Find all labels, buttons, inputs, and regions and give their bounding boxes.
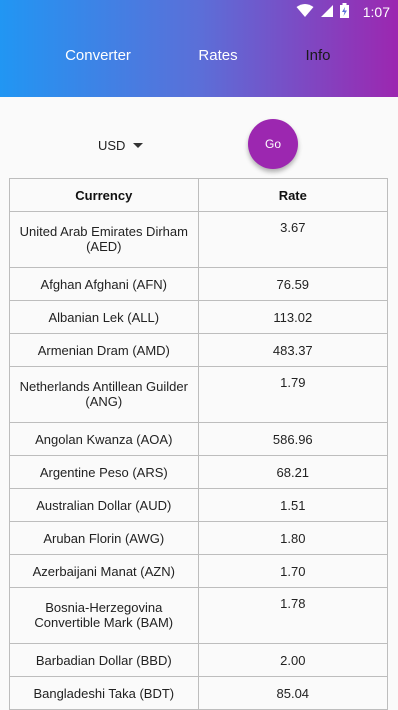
- rate-cell: 68.21: [197, 455, 389, 489]
- base-currency-dropdown[interactable]: USD: [98, 134, 144, 156]
- base-currency-value: USD: [98, 137, 126, 153]
- status-time: 1:07: [362, 4, 390, 20]
- signal-icon: [320, 4, 334, 21]
- app-bar: 1:07 Converter Rates Info: [0, 0, 398, 97]
- table-row: Netherlands Antillean Guilder (ANG) 1.79: [9, 366, 389, 423]
- table-header-row: Currency Rate: [9, 178, 389, 212]
- rate-cell: 85.04: [197, 676, 389, 710]
- currency-cell: Albanian Lek (ALL): [9, 300, 199, 334]
- rate-cell: 76.59: [197, 267, 389, 301]
- rate-cell: 113.02: [197, 300, 389, 334]
- rates-table: Currency Rate United Arab Emirates Dirha…: [9, 178, 389, 710]
- currency-cell: Bangladeshi Taka (BDT): [9, 676, 199, 710]
- currency-cell: United Arab Emirates Dirham (AED): [9, 211, 199, 268]
- table-row: Bosnia-Herzegovina Convertible Mark (BAM…: [9, 587, 389, 644]
- table-row: Afghan Afghani (AFN) 76.59: [9, 267, 389, 301]
- rate-cell: 1.79: [197, 366, 389, 423]
- rate-cell: 2.00: [197, 643, 389, 677]
- rate-cell: 1.51: [197, 488, 389, 522]
- tab-info[interactable]: Info: [268, 28, 368, 84]
- column-header-rate: Rate: [197, 178, 389, 212]
- rate-cell: 1.78: [197, 587, 389, 644]
- status-bar: 1:07: [0, 0, 398, 24]
- go-button[interactable]: Go: [248, 119, 298, 169]
- currency-cell: Angolan Kwanza (AOA): [9, 422, 199, 456]
- tab-converter[interactable]: Converter: [48, 28, 148, 84]
- rate-cell: 483.37: [197, 333, 389, 367]
- table-row: Argentine Peso (ARS) 68.21: [9, 455, 389, 489]
- table-row: United Arab Emirates Dirham (AED) 3.67: [9, 211, 389, 268]
- rate-cell: 586.96: [197, 422, 389, 456]
- rate-cell: 3.67: [197, 211, 389, 268]
- table-row: Azerbaijani Manat (AZN) 1.70: [9, 554, 389, 588]
- table-row: Bangladeshi Taka (BDT) 85.04: [9, 676, 389, 710]
- caret-down-icon: [133, 142, 144, 148]
- table-row: Aruban Florin (AWG) 1.80: [9, 521, 389, 555]
- currency-cell: Argentine Peso (ARS): [9, 455, 199, 489]
- currency-cell: Azerbaijani Manat (AZN): [9, 554, 199, 588]
- tab-bar: Converter Rates Info: [0, 40, 398, 96]
- converter-controls: USD Go: [0, 97, 398, 177]
- table-row: Barbadian Dollar (BBD) 2.00: [9, 643, 389, 677]
- column-header-currency: Currency: [9, 178, 199, 212]
- rate-cell: 1.80: [197, 521, 389, 555]
- table-row: Australian Dollar (AUD) 1.51: [9, 488, 389, 522]
- rate-cell: 1.70: [197, 554, 389, 588]
- battery-charging-icon: [339, 3, 349, 21]
- table-row: Armenian Dram (AMD) 483.37: [9, 333, 389, 367]
- currency-cell: Barbadian Dollar (BBD): [9, 643, 199, 677]
- currency-cell: Bosnia-Herzegovina Convertible Mark (BAM…: [9, 587, 199, 644]
- currency-cell: Afghan Afghani (AFN): [9, 267, 199, 301]
- currency-cell: Australian Dollar (AUD): [9, 488, 199, 522]
- currency-cell: Aruban Florin (AWG): [9, 521, 199, 555]
- table-row: Albanian Lek (ALL) 113.02: [9, 300, 389, 334]
- tab-rates[interactable]: Rates: [168, 28, 268, 84]
- table-row: Angolan Kwanza (AOA) 586.96: [9, 422, 389, 456]
- currency-cell: Armenian Dram (AMD): [9, 333, 199, 367]
- status-icons: [296, 3, 349, 21]
- wifi-icon: [296, 3, 314, 21]
- currency-cell: Netherlands Antillean Guilder (ANG): [9, 366, 199, 423]
